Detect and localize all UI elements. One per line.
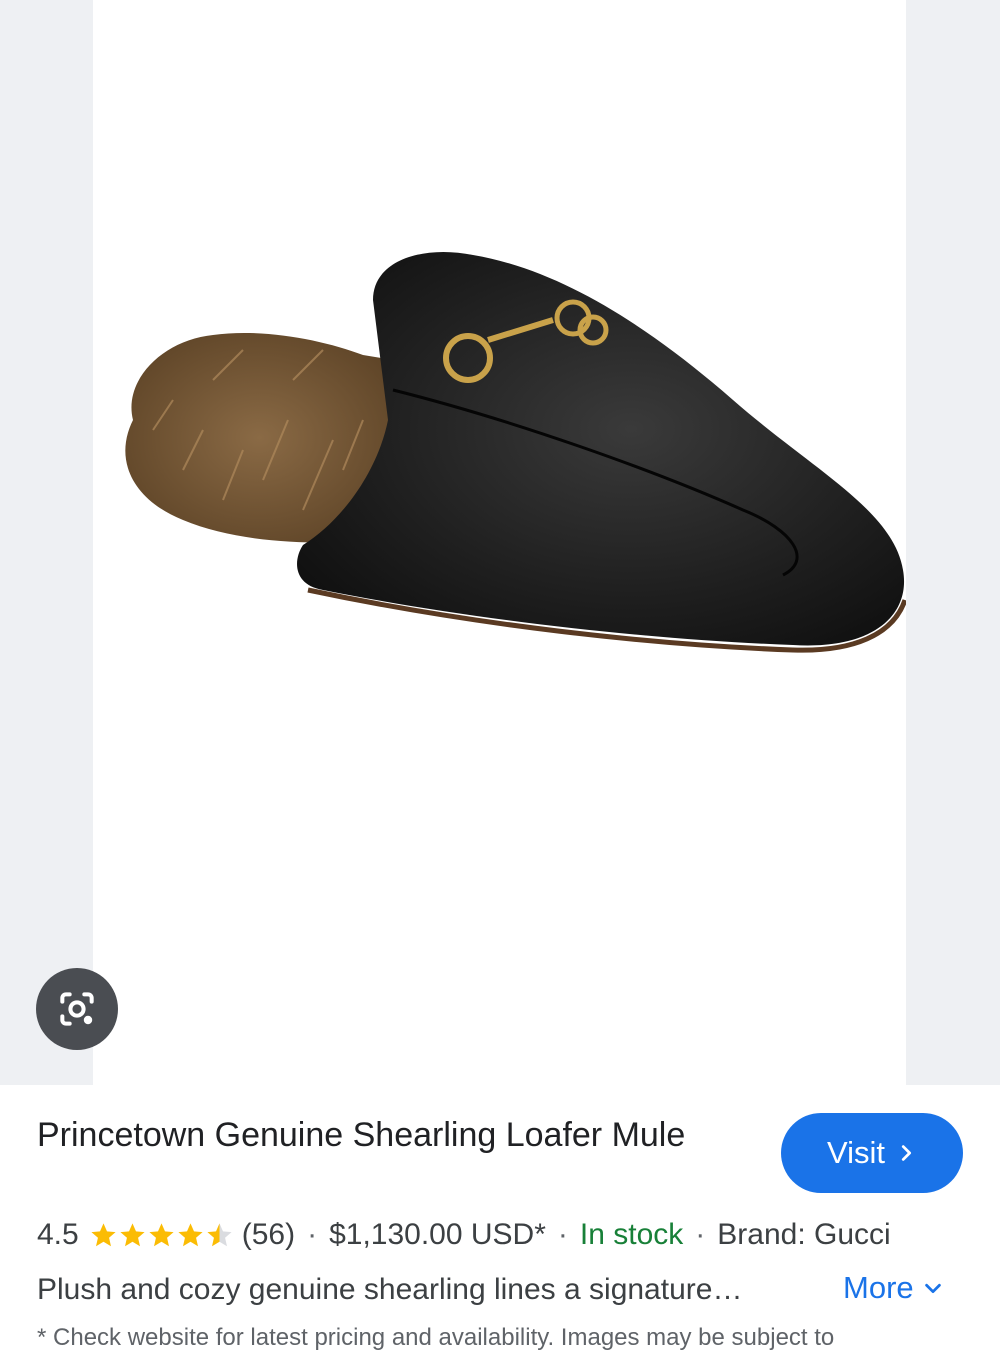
star-icon (207, 1222, 232, 1246)
star-icon (178, 1222, 203, 1246)
visit-button-label: Visit (826, 1135, 885, 1170)
google-lens-button[interactable] (36, 968, 118, 1050)
image-viewer (0, 0, 1000, 1085)
visit-button[interactable]: Visit (781, 1113, 963, 1193)
product-meta-row: 4.5 (56) · $1,130.00 USD* · In stock · B… (37, 1215, 977, 1255)
product-image[interactable] (93, 0, 906, 1085)
star-icon (91, 1222, 116, 1246)
rating-stars (89, 1221, 234, 1250)
price: $1,130.00 USD* (329, 1218, 546, 1251)
pricing-disclaimer: * Check website for latest pricing and a… (37, 1324, 835, 1351)
google-lens-icon (60, 992, 94, 1026)
review-count[interactable]: (56) (242, 1215, 295, 1255)
availability-status: In stock (579, 1218, 684, 1251)
star-icon (120, 1222, 145, 1246)
brand-label: Brand: Gucci (717, 1218, 891, 1251)
chevron-right-icon (901, 1145, 912, 1161)
more-button[interactable]: More (843, 1268, 944, 1308)
separator: · (557, 1218, 568, 1251)
star-icon (149, 1222, 174, 1246)
product-title[interactable]: Princetown Genuine Shearling Loafer Mule (37, 1113, 737, 1158)
product-description: Plush and cozy genuine shearling lines a… (37, 1273, 743, 1306)
chevron-down-icon (924, 1283, 941, 1294)
product-info-panel: Princetown Genuine Shearling Loafer Mule… (0, 1085, 1000, 1351)
rating-value: 4.5 (37, 1218, 79, 1251)
more-button-label: More (843, 1270, 914, 1305)
separator: · (695, 1218, 706, 1251)
separator: · (307, 1218, 318, 1251)
